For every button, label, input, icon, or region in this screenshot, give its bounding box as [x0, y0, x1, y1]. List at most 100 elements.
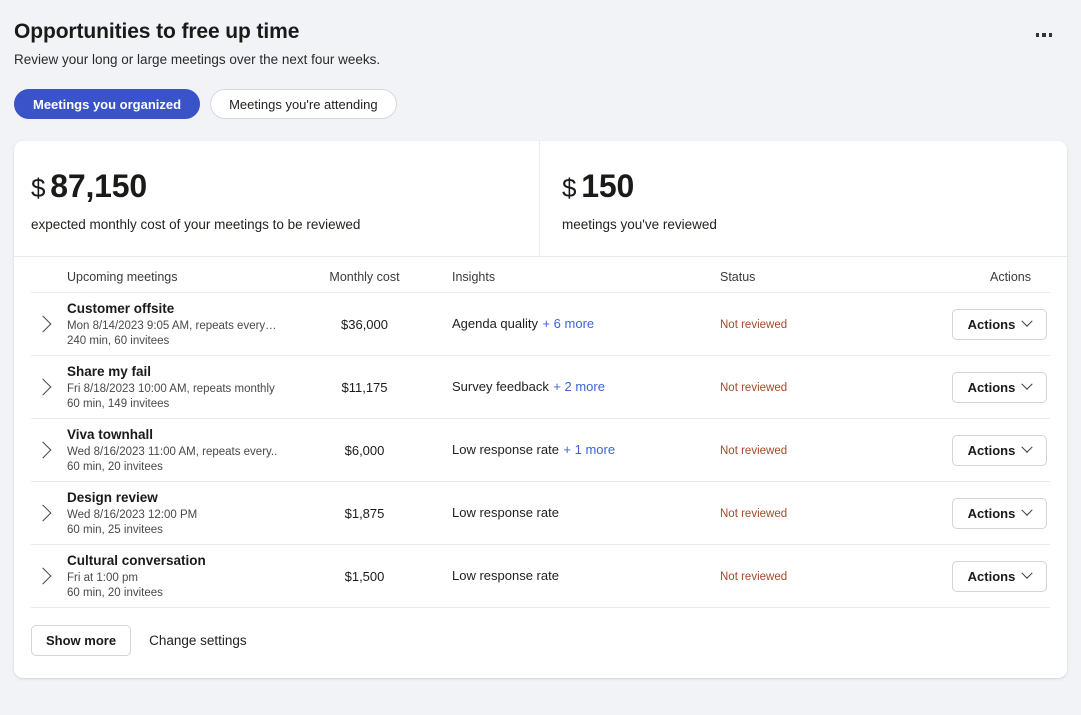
tab-meetings-youre-attending[interactable]: Meetings you're attending: [210, 89, 396, 119]
insight-more-link[interactable]: + 2 more: [553, 379, 605, 394]
meeting-cost: $6,000: [277, 443, 452, 458]
status-badge: Not reviewed: [720, 382, 787, 394]
insights-cell: Low response rate + 1 more: [452, 441, 720, 459]
tab-meetings-you-organized[interactable]: Meetings you organized: [14, 89, 200, 119]
meeting-name: Cultural conversation: [67, 552, 277, 569]
column-header-cost: Monthly cost: [277, 270, 452, 284]
table-row[interactable]: Viva townhall Wed 8/16/2023 11:00 AM, re…: [31, 419, 1050, 482]
meeting-name: Design review: [67, 489, 277, 506]
meeting-cost: $11,175: [277, 380, 452, 395]
actions-cell: Actions: [910, 435, 1050, 466]
card-footer: Show more Change settings: [14, 608, 1067, 678]
meeting-schedule: Wed 8/16/2023 12:00 PM: [67, 507, 277, 523]
chevron-right-icon: [35, 379, 52, 396]
stat-value: 150: [581, 168, 634, 204]
actions-button-label: Actions: [968, 569, 1016, 584]
show-more-button[interactable]: Show more: [31, 625, 131, 656]
meeting-duration: 60 min, 25 invitees: [67, 523, 277, 538]
status-badge: Not reviewed: [720, 571, 787, 583]
chevron-right-icon: [35, 568, 52, 585]
table-row[interactable]: Cultural conversation Fri at 1:00 pm 60 …: [31, 545, 1050, 608]
actions-button-label: Actions: [968, 317, 1016, 332]
insight-label: Low response rate: [452, 568, 559, 583]
actions-button[interactable]: Actions: [952, 561, 1047, 592]
meeting-duration: 60 min, 20 invitees: [67, 460, 277, 475]
stat-label: meetings you've reviewed: [562, 216, 1067, 234]
stat-meetings-reviewed: $150 meetings you've reviewed: [540, 141, 1067, 256]
chevron-down-icon: [1022, 316, 1033, 327]
meeting-cost: $1,875: [277, 506, 452, 521]
expand-row-button[interactable]: [31, 318, 67, 330]
meeting-duration: 240 min, 60 invitees: [67, 334, 277, 349]
meeting-schedule: Wed 8/16/2023 11:00 AM, repeats every..: [67, 444, 277, 460]
ellipsis-dot: [1036, 33, 1040, 37]
meeting-schedule: Fri 8/18/2023 10:00 AM, repeats monthly: [67, 381, 277, 397]
status-cell: Not reviewed: [720, 315, 910, 333]
meeting-duration: 60 min, 20 invitees: [67, 586, 277, 601]
status-cell: Not reviewed: [720, 378, 910, 396]
actions-button[interactable]: Actions: [952, 498, 1047, 529]
summary-stats: $87,150 expected monthly cost of your me…: [14, 141, 1067, 257]
ellipsis-dot: [1042, 33, 1046, 37]
actions-cell: Actions: [910, 498, 1050, 529]
insight-more-link[interactable]: + 1 more: [563, 442, 615, 457]
ellipsis-icon[interactable]: [1029, 22, 1059, 48]
opportunities-page: Opportunities to free up time Review you…: [0, 0, 1081, 715]
status-badge: Not reviewed: [720, 445, 787, 457]
meeting-cell: Viva townhall Wed 8/16/2023 11:00 AM, re…: [67, 426, 277, 475]
insight-more-link[interactable]: + 6 more: [542, 316, 594, 331]
chevron-down-icon: [1022, 568, 1033, 579]
ellipsis-dot: [1049, 33, 1053, 37]
meeting-cost: $36,000: [277, 317, 452, 332]
table-row[interactable]: Share my fail Fri 8/18/2023 10:00 AM, re…: [31, 356, 1050, 419]
actions-button[interactable]: Actions: [952, 435, 1047, 466]
change-settings-link[interactable]: Change settings: [149, 633, 247, 648]
insight-label: Low response rate: [452, 442, 559, 457]
meeting-name: Viva townhall: [67, 426, 277, 443]
actions-cell: Actions: [910, 372, 1050, 403]
meeting-cell: Customer offsite Mon 8/14/2023 9:05 AM, …: [67, 300, 277, 349]
insights-cell: Survey feedback + 2 more: [452, 378, 720, 396]
meeting-cell: Cultural conversation Fri at 1:00 pm 60 …: [67, 552, 277, 601]
meeting-name: Customer offsite: [67, 300, 277, 317]
column-header-insights: Insights: [452, 270, 720, 284]
table-row[interactable]: Design review Wed 8/16/2023 12:00 PM 60 …: [31, 482, 1050, 545]
stat-expected-monthly-cost: $87,150 expected monthly cost of your me…: [14, 141, 540, 256]
insight-label: Survey feedback: [452, 379, 549, 394]
actions-button[interactable]: Actions: [952, 372, 1047, 403]
actions-button-label: Actions: [968, 443, 1016, 458]
status-badge: Not reviewed: [720, 319, 787, 331]
meeting-duration: 60 min, 149 invitees: [67, 397, 277, 412]
expand-row-button[interactable]: [31, 381, 67, 393]
meeting-scope-tabs: Meetings you organized Meetings you're a…: [14, 89, 1067, 119]
chevron-right-icon: [35, 442, 52, 459]
status-cell: Not reviewed: [720, 504, 910, 522]
insights-cell: Low response rate: [452, 504, 720, 522]
opportunities-card: $87,150 expected monthly cost of your me…: [14, 141, 1067, 678]
meetings-table: Upcoming meetings Monthly cost Insights …: [14, 257, 1067, 608]
column-header-meetings: Upcoming meetings: [67, 270, 277, 284]
expand-row-button[interactable]: [31, 570, 67, 582]
meeting-cost: $1,500: [277, 569, 452, 584]
currency-symbol: $: [31, 173, 45, 203]
meeting-name: Share my fail: [67, 363, 277, 380]
table-row[interactable]: Customer offsite Mon 8/14/2023 9:05 AM, …: [31, 293, 1050, 356]
stat-label: expected monthly cost of your meetings t…: [31, 216, 539, 234]
meeting-schedule: Fri at 1:00 pm: [67, 570, 277, 586]
insight-label: Low response rate: [452, 505, 559, 520]
page-subtitle: Review your long or large meetings over …: [14, 51, 1067, 69]
stat-value-row: $87,150: [31, 167, 539, 207]
actions-button[interactable]: Actions: [952, 309, 1047, 340]
meeting-schedule: Mon 8/14/2023 9:05 AM, repeats every…: [67, 318, 277, 334]
status-cell: Not reviewed: [720, 567, 910, 585]
stat-value: 87,150: [50, 168, 147, 204]
chevron-down-icon: [1022, 505, 1033, 516]
chevron-down-icon: [1022, 379, 1033, 390]
insights-cell: Low response rate: [452, 567, 720, 585]
actions-cell: Actions: [910, 309, 1050, 340]
insights-cell: Agenda quality + 6 more: [452, 315, 720, 333]
chevron-right-icon: [35, 505, 52, 522]
actions-cell: Actions: [910, 561, 1050, 592]
expand-row-button[interactable]: [31, 444, 67, 456]
expand-row-button[interactable]: [31, 507, 67, 519]
